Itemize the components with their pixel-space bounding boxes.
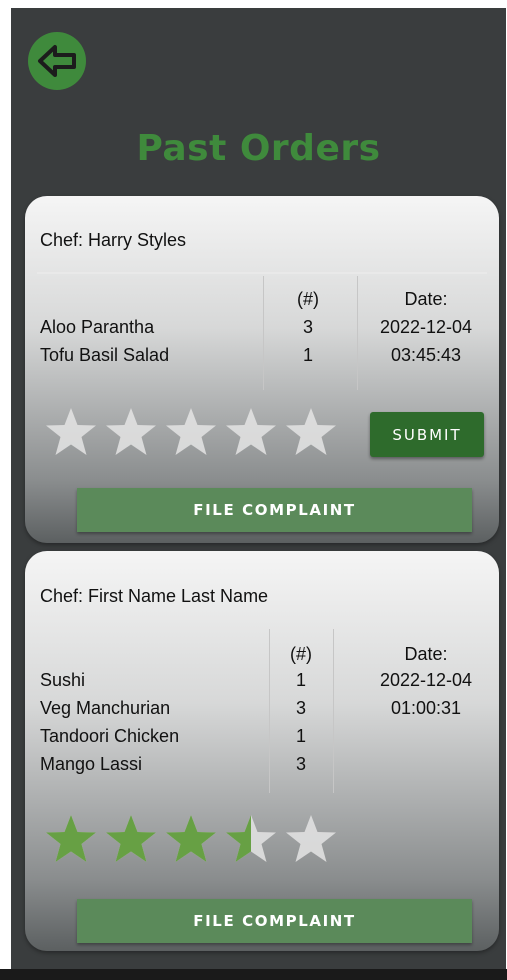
- star-icon[interactable]: [164, 813, 218, 865]
- order-time: 03:45:43: [390, 345, 462, 365]
- item-list: Sushi Veg Manchurian Tandoori Chicken Ma…: [40, 666, 179, 778]
- file-complaint-button[interactable]: FILE COMPLAINT: [77, 899, 472, 943]
- qty-header: (#): [297, 289, 319, 309]
- star-icon[interactable]: [44, 406, 98, 458]
- divider: [37, 272, 487, 274]
- list-item: Veg Manchurian: [40, 698, 171, 718]
- file-complaint-button[interactable]: FILE COMPLAINT: [77, 488, 472, 532]
- arrow-left-icon: [38, 45, 76, 77]
- date-header: Date:: [404, 289, 448, 309]
- order-card: Chef: First Name Last Name (#) Date: Sus…: [25, 551, 499, 951]
- star-icon[interactable]: [224, 406, 278, 458]
- star-rating[interactable]: [44, 813, 338, 865]
- star-icon[interactable]: [284, 813, 338, 865]
- item-qty: 1: [295, 726, 306, 746]
- order-time: 01:00:31: [390, 698, 462, 718]
- list-item: Tofu Basil Salad: [40, 345, 170, 365]
- star-icon[interactable]: [44, 813, 98, 865]
- item-list: Aloo Parantha Tofu Basil Salad: [40, 313, 169, 369]
- item-qty: 3: [295, 754, 306, 774]
- list-item: Mango Lassi: [40, 754, 143, 774]
- qty-header: (#): [290, 644, 312, 664]
- star-icon[interactable]: [224, 813, 278, 865]
- page-title: Past Orders: [136, 128, 381, 169]
- order-card: Chef: Harry Styles (#) Date: Aloo Parant…: [25, 196, 499, 543]
- qty-list: 3 1: [286, 313, 330, 369]
- column-divider: [333, 629, 334, 793]
- item-qty: 3: [295, 698, 306, 718]
- chef-name: Chef: First Name Last Name: [40, 586, 269, 606]
- item-qty: 3: [302, 317, 313, 337]
- star-icon[interactable]: [284, 406, 338, 458]
- item-qty: 1: [295, 670, 306, 690]
- column-divider: [263, 276, 264, 390]
- list-item: Aloo Parantha: [40, 317, 155, 337]
- star-icon[interactable]: [104, 406, 158, 458]
- date-header: Date:: [404, 644, 448, 664]
- system-nav-bar: [0, 969, 507, 980]
- order-date: 2022-12-04: [379, 670, 473, 690]
- chef-name: Chef: Harry Styles: [40, 230, 187, 250]
- order-datetime: 2022-12-04 01:00:31: [356, 666, 496, 722]
- item-qty: 1: [302, 345, 313, 365]
- app-screen: Past Orders Chef: Harry Styles (#) Date:…: [11, 8, 506, 969]
- column-divider: [269, 629, 270, 793]
- list-item: Sushi: [40, 670, 86, 690]
- order-datetime: 2022-12-04 03:45:43: [356, 313, 496, 369]
- qty-list: 1 3 1 3: [279, 666, 323, 778]
- back-button[interactable]: [28, 32, 86, 90]
- star-icon[interactable]: [164, 406, 218, 458]
- list-item: Tandoori Chicken: [40, 726, 180, 746]
- star-icon[interactable]: [104, 813, 158, 865]
- star-rating[interactable]: [44, 406, 338, 458]
- order-date: 2022-12-04: [379, 317, 473, 337]
- submit-button[interactable]: SUBMIT: [370, 412, 484, 457]
